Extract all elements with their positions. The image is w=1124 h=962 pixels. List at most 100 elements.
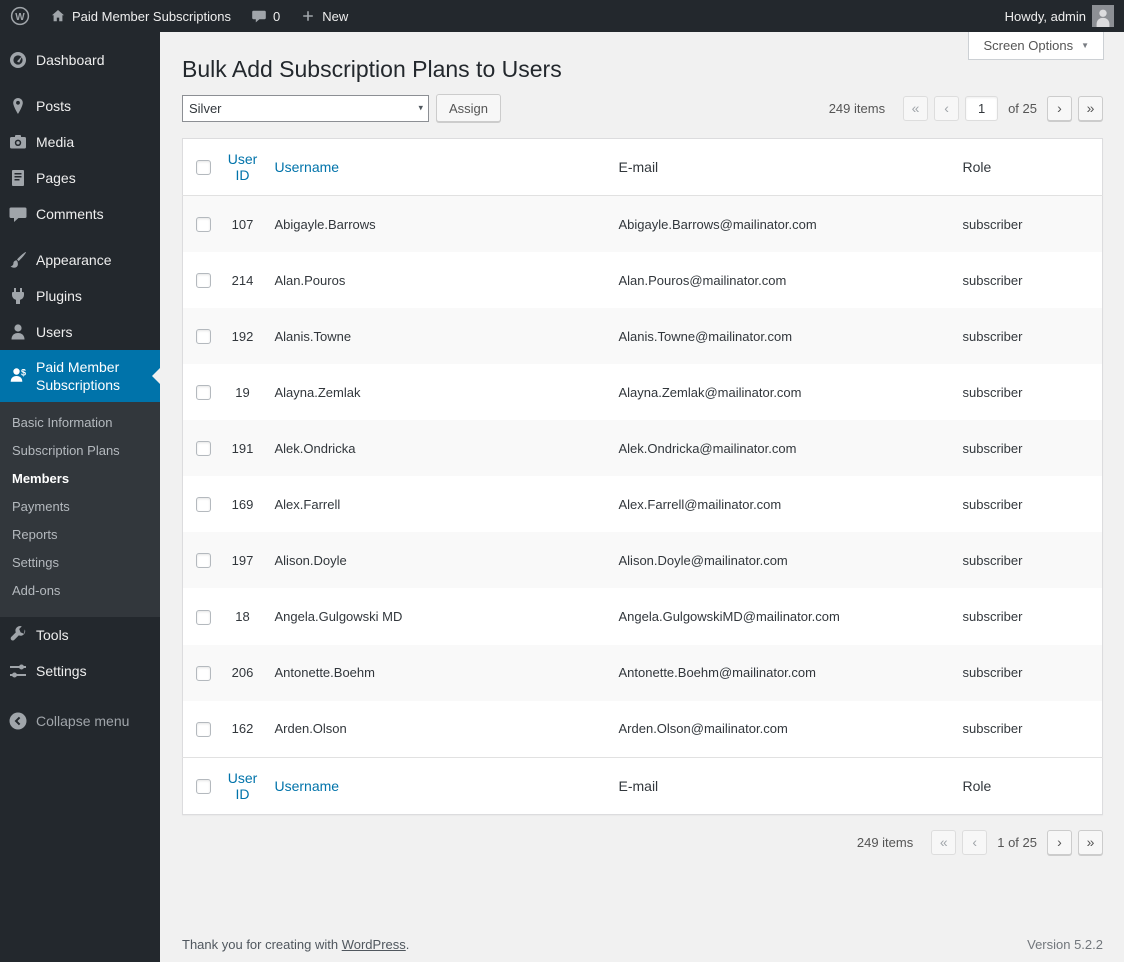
table-row: 192 Alanis.Towne Alanis.Towne@mailinator… <box>182 308 1103 365</box>
submenu-members[interactable]: Members <box>0 465 160 493</box>
user-id-cell: 191 <box>231 440 254 456</box>
sidebar-item-settings[interactable]: Settings <box>0 653 160 689</box>
role-cell: subscriber <box>962 665 1023 681</box>
submenu-reports[interactable]: Reports <box>0 521 160 549</box>
wordpress-logo[interactable]: W <box>0 0 40 32</box>
svg-text:W: W <box>15 12 25 23</box>
next-page-button-bottom[interactable]: › <box>1047 829 1072 855</box>
sidebar-item-paid-member-subscriptions[interactable]: $ Paid Member Subscriptions <box>0 350 160 402</box>
collapse-menu-button[interactable]: Collapse menu <box>0 703 160 739</box>
row-checkbox[interactable] <box>196 385 212 401</box>
comments-bubble-icon <box>251 8 267 24</box>
role-cell: subscriber <box>962 272 1023 288</box>
sidebar-item-pages[interactable]: Pages <box>0 160 160 196</box>
table-header-row: User ID Username E-mail Role <box>182 138 1103 196</box>
table-row: 162 Arden.Olson Arden.Olson@mailinator.c… <box>183 701 1103 758</box>
dashboard-icon <box>8 50 28 70</box>
email-column-header: E-mail <box>608 138 953 196</box>
last-page-button-bottom[interactable]: » <box>1078 829 1103 855</box>
member-dollar-icon: $ <box>8 366 28 386</box>
user-id-cell: 18 <box>235 608 250 624</box>
user-id-cell: 206 <box>231 665 254 681</box>
sidebar-item-label: Comments <box>36 206 104 222</box>
pagination-top: 249 items « ‹ of 25 › » <box>829 95 1103 121</box>
next-page-button[interactable]: › <box>1047 95 1072 121</box>
row-checkbox[interactable] <box>196 665 212 681</box>
admin-bar: W Paid Member Subscriptions 0 New Howdy,… <box>0 0 1124 32</box>
row-checkbox[interactable] <box>196 217 212 233</box>
email-cell: Alek.Ondricka@mailinator.com <box>618 440 797 456</box>
admin-sidebar: Dashboard Posts Media Pages Comments App… <box>0 32 160 962</box>
submenu-add-ons[interactable]: Add-ons <box>0 577 160 605</box>
comments-link[interactable]: 0 <box>241 0 290 32</box>
select-all-checkbox[interactable] <box>196 160 212 176</box>
sidebar-item-label: Users <box>36 324 73 340</box>
select-all-checkbox-bottom[interactable] <box>196 779 212 795</box>
prev-page-button-bottom: ‹ <box>962 829 988 855</box>
svg-text:$: $ <box>21 368 26 378</box>
username-cell: Alex.Farrell <box>274 496 341 512</box>
admin-footer: Thank you for creating with WordPress. V… <box>182 937 1103 952</box>
sort-user-id-link-bottom[interactable]: User ID <box>228 770 258 802</box>
table-row: 19 Alayna.Zemlak Alayna.Zemlak@mailinato… <box>183 364 1103 420</box>
sort-username-link[interactable]: Username <box>275 159 340 175</box>
row-checkbox[interactable] <box>196 441 212 457</box>
comments-bubble-icon <box>8 204 28 224</box>
sidebar-item-appearance[interactable]: Appearance <box>0 242 160 278</box>
site-name-link[interactable]: Paid Member Subscriptions <box>40 0 241 32</box>
bulk-actions: Silver ▾ Assign <box>182 94 502 122</box>
row-checkbox[interactable] <box>196 721 212 737</box>
pms-submenu: Basic Information Subscription Plans Mem… <box>0 402 160 617</box>
plan-select[interactable]: Silver <box>182 94 429 122</box>
pagination-bottom: 249 items « ‹ 1 of 25 › » <box>857 829 1103 855</box>
table-row: 197 Alison.Doyle Alison.Doyle@mailinator… <box>182 532 1103 589</box>
row-checkbox[interactable] <box>196 273 212 289</box>
new-content-label: New <box>322 8 349 24</box>
members-table-body: 107 Abigayle.Barrows Abigayle.Barrows@ma… <box>182 195 1103 758</box>
row-checkbox[interactable] <box>196 497 212 513</box>
username-cell: Antonette.Boehm <box>274 665 375 681</box>
submenu-basic-information[interactable]: Basic Information <box>0 409 160 437</box>
table-row: 107 Abigayle.Barrows Abigayle.Barrows@ma… <box>182 195 1103 253</box>
sidebar-item-plugins[interactable]: Plugins <box>0 278 160 314</box>
sidebar-item-dashboard[interactable]: Dashboard <box>0 42 160 78</box>
sidebar-item-users[interactable]: Users <box>0 314 160 350</box>
row-checkbox[interactable] <box>196 609 212 625</box>
submenu-settings[interactable]: Settings <box>0 549 160 577</box>
menu-separator <box>0 232 160 242</box>
username-cell: Angela.Gulgowski MD <box>274 608 403 624</box>
sidebar-item-tools[interactable]: Tools <box>0 617 160 653</box>
sort-username-link-bottom[interactable]: Username <box>275 778 340 794</box>
submenu-subscription-plans[interactable]: Subscription Plans <box>0 437 160 465</box>
settings-sliders-icon <box>8 661 28 681</box>
site-name-label: Paid Member Subscriptions <box>72 8 231 24</box>
sidebar-item-posts[interactable]: Posts <box>0 88 160 124</box>
sidebar-item-comments[interactable]: Comments <box>0 196 160 232</box>
collapse-menu-label: Collapse menu <box>36 713 130 729</box>
email-cell: Antonette.Boehm@mailinator.com <box>618 665 816 681</box>
screen-options-toggle[interactable]: Screen Options ▼ <box>968 32 1104 60</box>
sort-user-id-link[interactable]: User ID <box>228 151 258 183</box>
role-cell: subscriber <box>962 608 1023 624</box>
row-checkbox[interactable] <box>196 553 212 569</box>
menu-separator <box>0 78 160 88</box>
my-account-link[interactable]: Howdy, admin <box>995 0 1124 32</box>
assign-button[interactable]: Assign <box>436 94 502 122</box>
sidebar-item-label: Appearance <box>36 252 112 268</box>
plugins-plug-icon <box>8 286 28 306</box>
comments-count: 0 <box>272 8 281 24</box>
submenu-payments[interactable]: Payments <box>0 493 160 521</box>
username-cell: Alek.Ondricka <box>274 440 356 456</box>
wordpress-link[interactable]: WordPress <box>342 937 406 952</box>
current-page-input[interactable] <box>965 95 999 121</box>
username-cell: Arden.Olson <box>274 721 347 737</box>
role-column-header: Role <box>952 138 1103 196</box>
row-checkbox[interactable] <box>196 329 212 345</box>
users-person-icon <box>8 322 28 342</box>
new-content-link[interactable]: New <box>290 0 358 32</box>
pages-document-icon <box>8 168 28 188</box>
sidebar-item-media[interactable]: Media <box>0 124 160 160</box>
username-cell: Abigayle.Barrows <box>274 216 376 232</box>
sidebar-item-label: Media <box>36 134 75 150</box>
last-page-button[interactable]: » <box>1078 95 1103 121</box>
